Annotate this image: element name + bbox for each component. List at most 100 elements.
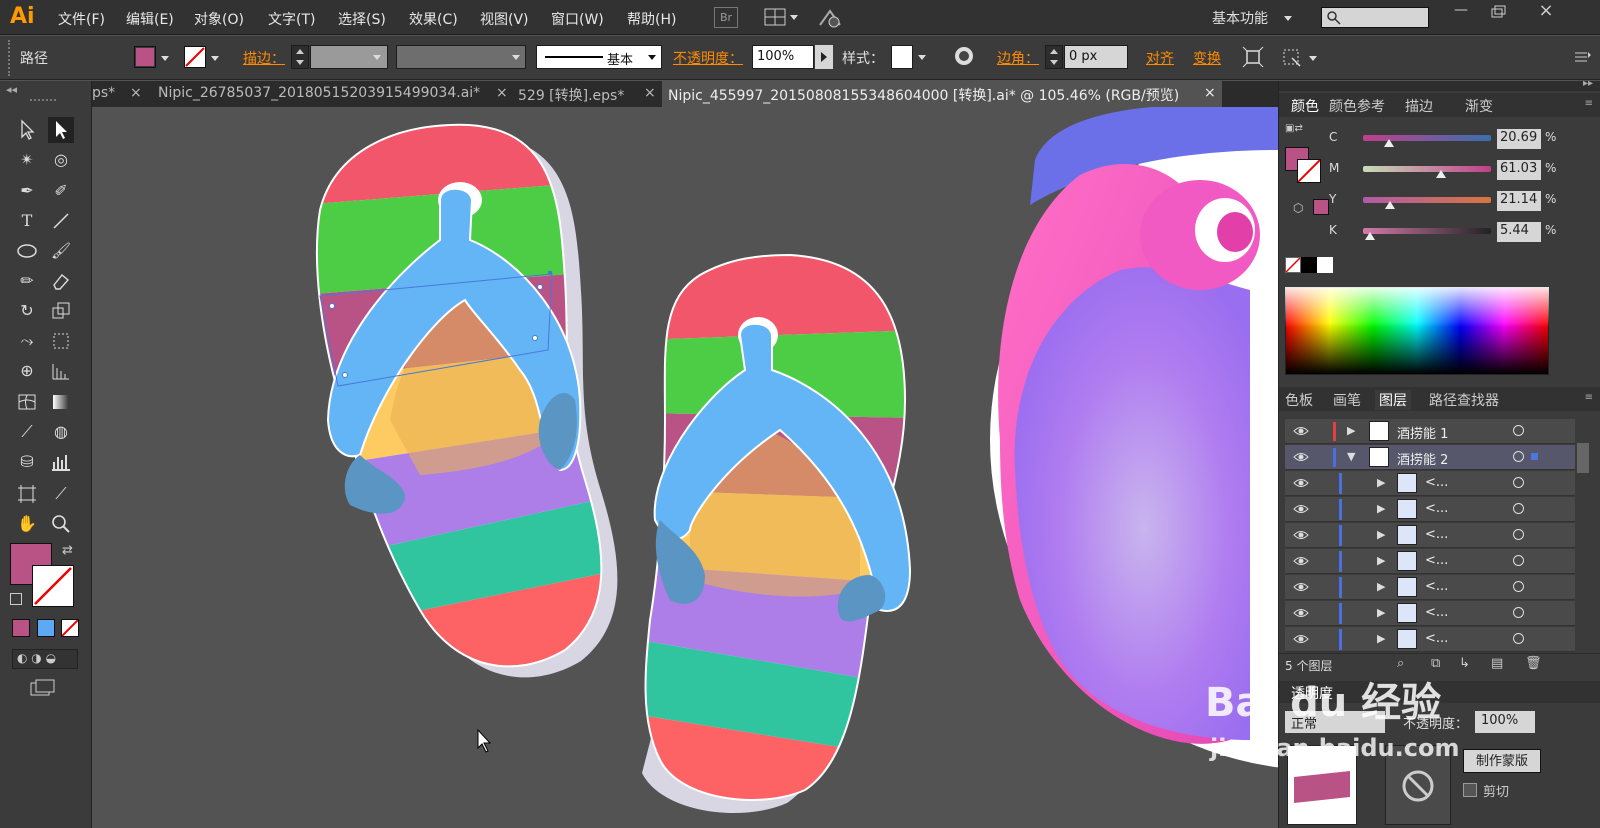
sublayer-row[interactable]: ▶ <... <box>1285 523 1575 548</box>
tab-pathfinder[interactable]: 路径查找器 <box>1429 390 1499 410</box>
tab-document-1[interactable]: ps* × <box>92 81 150 107</box>
chevron-right-icon[interactable]: ▶ <box>1377 554 1385 567</box>
visibility-eye-icon[interactable] <box>1293 501 1309 517</box>
channel-slider-k[interactable] <box>1363 228 1491 234</box>
tab-color[interactable]: 颜色 <box>1291 96 1319 116</box>
transparency-opacity-input[interactable]: 100% <box>1475 711 1535 733</box>
none-swatch[interactable] <box>1285 257 1301 273</box>
opacity-input[interactable]: 100% <box>752 45 814 69</box>
shape-builder-icon[interactable]: ⊕ <box>14 358 40 384</box>
close-window-button[interactable]: × <box>1526 0 1566 22</box>
default-colors-icon[interactable]: ▣⇄ <box>1285 123 1303 137</box>
color-mode-icon[interactable] <box>12 619 30 637</box>
pencil-icon[interactable]: ✏ <box>14 268 40 294</box>
panel-menu-icon[interactable] <box>1575 51 1591 63</box>
chevron-down-icon[interactable] <box>1309 56 1317 61</box>
slice-tool-icon[interactable]: ⟋ <box>48 481 74 507</box>
chevron-right-icon[interactable]: ▶ <box>1347 424 1355 437</box>
brush-definition[interactable]: 基本 <box>536 45 662 69</box>
isolate-group-icon[interactable] <box>1242 46 1264 68</box>
line-tool-icon[interactable] <box>48 208 74 234</box>
target-circle-icon[interactable] <box>1513 529 1524 540</box>
corner-stepper[interactable] <box>1045 45 1063 69</box>
gpu-performance-icon[interactable] <box>818 7 842 29</box>
artboard-tool-icon[interactable] <box>14 481 40 507</box>
menu-effect[interactable]: 效果(C) <box>409 9 458 29</box>
artwork[interactable] <box>92 107 1278 828</box>
target-circle-icon[interactable] <box>1513 477 1524 488</box>
chevron-down-icon[interactable] <box>161 56 169 61</box>
tab-layers[interactable]: 图层 <box>1375 390 1411 410</box>
chevron-right-icon[interactable]: ▶ <box>1377 580 1385 593</box>
gamut-swatch[interactable] <box>1313 199 1329 215</box>
ellipse-tool-icon[interactable] <box>14 238 40 264</box>
swap-fill-stroke-icon[interactable]: ⇄ <box>62 543 73 558</box>
eraser-icon[interactable] <box>48 268 74 294</box>
opacity-slider-toggle[interactable] <box>815 45 833 69</box>
white-swatch[interactable] <box>1317 257 1333 273</box>
direct-selection-tool-icon[interactable] <box>48 117 74 143</box>
color-stroke-swatch[interactable] <box>1297 159 1321 183</box>
channel-value-k[interactable]: 5.44 <box>1497 222 1541 242</box>
target-circle-icon[interactable] <box>1513 607 1524 618</box>
new-layer-icon[interactable]: ▤ <box>1491 656 1503 671</box>
channel-slider-thumb[interactable] <box>1385 201 1396 209</box>
locate-object-icon[interactable]: ⌕ <box>1397 656 1404 671</box>
visibility-eye-icon[interactable] <box>1293 631 1309 647</box>
target-circle-icon[interactable] <box>1513 503 1524 514</box>
channel-slider-m[interactable] <box>1363 166 1491 172</box>
blend-tool-icon[interactable]: ◍ <box>48 419 74 445</box>
symbol-sprayer-icon[interactable]: ⛁ <box>14 449 40 475</box>
tab-document-active[interactable]: Nipic_455997_20150808155348604000 [转换].a… <box>662 81 1222 107</box>
sublayer-row[interactable]: ▶ <... <box>1285 549 1575 574</box>
scale-tool-icon[interactable] <box>48 298 74 324</box>
curvature-tool-icon[interactable]: ✐ <box>48 178 74 204</box>
restore-button[interactable] <box>1480 2 1514 24</box>
menu-file[interactable]: 文件(F) <box>58 9 105 29</box>
chevron-right-icon[interactable]: ▶ <box>1377 476 1385 489</box>
align-link[interactable]: 对齐 <box>1146 48 1174 68</box>
visibility-eye-icon[interactable] <box>1293 605 1309 621</box>
stroke-none-swatch[interactable] <box>184 46 206 68</box>
panel-menu-icon[interactable]: ≡ <box>1585 98 1593 109</box>
visibility-eye-icon[interactable] <box>1293 449 1309 465</box>
layer-row[interactable]: ▶ 酒捞能 1 <box>1285 419 1575 444</box>
menu-object[interactable]: 对象(O) <box>194 9 244 29</box>
tab-document-3[interactable]: 529 [转换].eps* × <box>518 81 658 107</box>
visibility-eye-icon[interactable] <box>1293 553 1309 569</box>
chevron-down-icon[interactable] <box>648 55 656 60</box>
zoom-tool-icon[interactable] <box>48 511 74 537</box>
tab-color-guide[interactable]: 颜色参考 <box>1329 96 1385 116</box>
trash-icon[interactable]: 🗑 <box>1525 656 1542 671</box>
screen-mode-icon[interactable] <box>30 679 56 697</box>
none-mode-icon[interactable] <box>61 619 79 637</box>
visibility-eye-icon[interactable] <box>1293 475 1309 491</box>
pen-tool-icon[interactable]: ✒ <box>14 178 40 204</box>
menu-help[interactable]: 帮助(H) <box>627 9 676 29</box>
menu-edit[interactable]: 编辑(E) <box>126 9 174 29</box>
perspective-grid-icon[interactable] <box>48 358 74 384</box>
tab-stroke[interactable]: 描边 <box>1405 96 1433 116</box>
default-colors-icon[interactable] <box>10 593 22 605</box>
target-circle-icon[interactable] <box>1513 633 1524 644</box>
width-tool-icon[interactable]: ⤳ <box>14 328 40 354</box>
channel-value-m[interactable]: 61.03 <box>1497 160 1541 180</box>
gradient-tool-icon[interactable] <box>48 389 74 415</box>
layer-row[interactable]: ▼ 酒捞能 2 <box>1285 445 1575 470</box>
tab-swatches[interactable]: 色板 <box>1285 390 1313 410</box>
channel-value-y[interactable]: 21.14 <box>1497 191 1541 211</box>
menu-select[interactable]: 选择(S) <box>338 9 386 29</box>
corner-radius-input[interactable]: 0 px <box>1064 45 1128 69</box>
visibility-eye-icon[interactable] <box>1293 579 1309 595</box>
paintbrush-icon[interactable]: 🖌 <box>48 238 74 264</box>
new-sublayer-icon[interactable]: ↳ <box>1459 656 1470 671</box>
visibility-eye-icon[interactable] <box>1293 527 1309 543</box>
recolor-artwork-icon[interactable] <box>953 45 975 67</box>
opacity-label[interactable]: 不透明度： <box>673 48 743 68</box>
sublayer-row[interactable]: ▶ <... <box>1285 627 1575 652</box>
type-tool-icon[interactable]: T <box>14 208 40 234</box>
menu-type[interactable]: 文字(T) <box>268 9 315 29</box>
out-of-gamut-icon[interactable]: ⬡ <box>1293 201 1303 215</box>
chevron-down-icon[interactable] <box>512 55 520 60</box>
channel-slider-c[interactable] <box>1363 135 1491 141</box>
